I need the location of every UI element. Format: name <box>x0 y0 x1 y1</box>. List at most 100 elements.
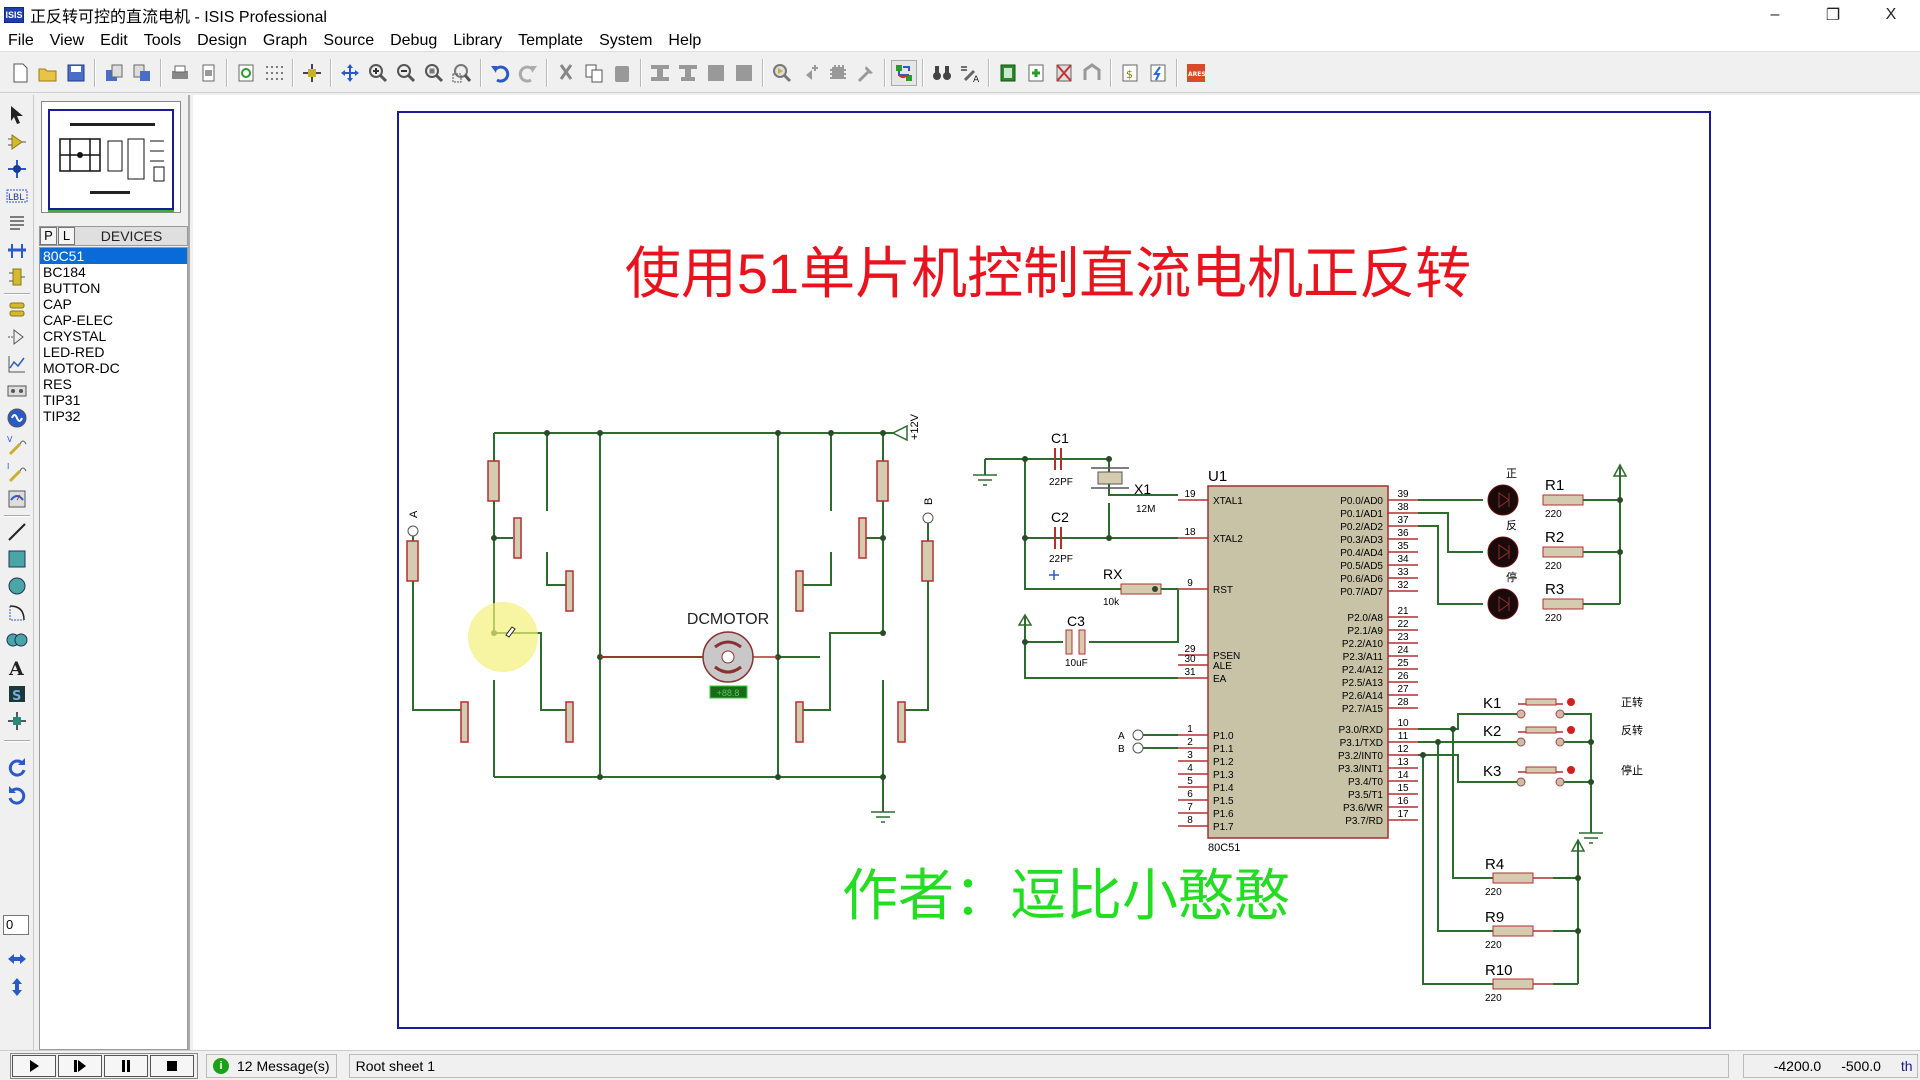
electrical-rules-check-button[interactable] <box>1145 60 1171 86</box>
menu-system[interactable]: System <box>591 30 660 52</box>
menu-file[interactable]: File <box>0 30 42 52</box>
export-section-button[interactable] <box>129 60 155 86</box>
messages-indicator[interactable]: i 12 Message(s) <box>206 1053 337 1078</box>
restore-button[interactable]: ❐ <box>1804 0 1862 30</box>
origin-button[interactable] <box>299 60 325 86</box>
pan-button[interactable] <box>337 60 363 86</box>
print-area-button[interactable] <box>195 60 221 86</box>
menu-source[interactable]: Source <box>315 30 382 52</box>
y-mirror-button[interactable] <box>4 975 30 999</box>
2d-line-button[interactable] <box>4 520 30 544</box>
rotate-clockwise-button[interactable] <box>4 755 30 779</box>
new-file-button[interactable] <box>7 60 33 86</box>
buses-mode-button[interactable] <box>4 238 30 262</box>
copy-button[interactable] <box>581 60 607 86</box>
remove-sheet-button[interactable] <box>1051 60 1077 86</box>
device-item[interactable]: TIP31 <box>40 392 187 408</box>
property-assignment-button[interactable]: A <box>957 60 983 86</box>
menu-view[interactable]: View <box>42 30 92 52</box>
button-cap[interactable] <box>1525 726 1557 734</box>
device-pins-mode-button[interactable] <box>4 325 30 349</box>
zoom-area-button[interactable] <box>449 60 475 86</box>
menu-graph[interactable]: Graph <box>255 30 315 52</box>
undo-button[interactable] <box>487 60 513 86</box>
cut-button[interactable] <box>553 60 579 86</box>
device-item[interactable]: BUTTON <box>40 280 187 296</box>
block-rotate-button[interactable] <box>703 60 729 86</box>
toggle-grid-button[interactable] <box>261 60 287 86</box>
terminals-mode-button[interactable] <box>4 298 30 322</box>
button-cap[interactable] <box>1525 698 1557 706</box>
button-actuator[interactable] <box>1567 698 1575 706</box>
rotate-anticlockwise-button[interactable] <box>4 783 30 807</box>
menu-template[interactable]: Template <box>510 30 591 52</box>
search-and-tag-button[interactable] <box>929 60 955 86</box>
add-sheet-button[interactable] <box>1023 60 1049 86</box>
text-script-mode-button[interactable] <box>4 211 30 235</box>
pause-button[interactable] <box>104 1054 148 1077</box>
device-item[interactable]: CAP <box>40 296 187 312</box>
play-button[interactable] <box>12 1054 56 1077</box>
junction-dot-mode-button[interactable] <box>4 157 30 181</box>
bill-of-materials-button[interactable]: $ <box>1117 60 1143 86</box>
overview-window[interactable] <box>41 101 181 213</box>
save-file-button[interactable] <box>63 60 89 86</box>
step-button[interactable] <box>58 1054 102 1077</box>
menu-design[interactable]: Design <box>189 30 255 52</box>
menu-debug[interactable]: Debug <box>382 30 445 52</box>
decompose-button[interactable] <box>853 60 879 86</box>
2d-path-button[interactable] <box>4 628 30 652</box>
button-cap[interactable] <box>1525 766 1557 774</box>
schematic-editing-window[interactable]: 使用51单片机控制直流电机正反转 作者：逗比小憨憨 +12V A B +88.8… <box>193 95 1920 1050</box>
zoom-in-button[interactable] <box>365 60 391 86</box>
menu-help[interactable]: Help <box>660 30 709 52</box>
selection-mode-button[interactable] <box>4 103 30 127</box>
paste-button[interactable] <box>609 60 635 86</box>
redo-button[interactable] <box>515 60 541 86</box>
menu-tools[interactable]: Tools <box>136 30 189 52</box>
device-item[interactable]: LED-RED <box>40 344 187 360</box>
stop-button[interactable] <box>150 1054 194 1077</box>
component-mode-button[interactable] <box>4 130 30 154</box>
import-section-button[interactable] <box>101 60 127 86</box>
x-mirror-button[interactable] <box>4 947 30 971</box>
pick-device-button[interactable] <box>769 60 795 86</box>
device-item[interactable]: TIP32 <box>40 408 187 424</box>
zoom-out-button[interactable] <box>393 60 419 86</box>
wire-label-mode-button[interactable]: LBL <box>4 184 30 208</box>
close-button[interactable]: X <box>1862 0 1920 30</box>
redraw-button[interactable] <box>233 60 259 86</box>
subcircuit-mode-button[interactable] <box>4 265 30 289</box>
pick-devices-tab[interactable]: P <box>40 227 57 245</box>
graph-mode-button[interactable] <box>4 352 30 376</box>
menu-edit[interactable]: Edit <box>92 30 136 52</box>
make-device-button[interactable] <box>797 60 823 86</box>
netlist-to-ares-button[interactable]: ARES <box>1183 60 1209 86</box>
button-actuator[interactable] <box>1567 726 1575 734</box>
2d-text-button[interactable]: A <box>4 655 30 679</box>
menu-library[interactable]: Library <box>445 30 510 52</box>
tape-recorder-mode-button[interactable] <box>4 379 30 403</box>
minimize-button[interactable]: – <box>1746 0 1804 30</box>
2d-arc-button[interactable] <box>4 601 30 625</box>
device-item[interactable]: CRYSTAL <box>40 328 187 344</box>
2d-box-button[interactable] <box>4 547 30 571</box>
print-button[interactable] <box>167 60 193 86</box>
exit-to-parent-button[interactable] <box>1079 60 1105 86</box>
open-file-button[interactable] <box>35 60 61 86</box>
block-copy-button[interactable] <box>647 60 673 86</box>
packaging-tool-button[interactable] <box>825 60 851 86</box>
virtual-instruments-mode-button[interactable] <box>4 487 30 511</box>
rotation-angle-input[interactable]: 0 <box>3 915 29 935</box>
zoom-all-button[interactable] <box>421 60 447 86</box>
generator-mode-button[interactable] <box>4 406 30 430</box>
device-item[interactable]: 80C51 <box>40 248 187 264</box>
device-item[interactable]: BC184 <box>40 264 187 280</box>
device-item[interactable]: CAP-ELEC <box>40 312 187 328</box>
2d-circle-button[interactable] <box>4 574 30 598</box>
2d-markers-button[interactable] <box>4 709 30 733</box>
library-manager-tab[interactable]: L <box>58 227 75 245</box>
2d-symbol-button[interactable]: S <box>4 682 30 706</box>
button-actuator[interactable] <box>1567 766 1575 774</box>
voltage-probe-mode-button[interactable]: V <box>4 433 30 457</box>
